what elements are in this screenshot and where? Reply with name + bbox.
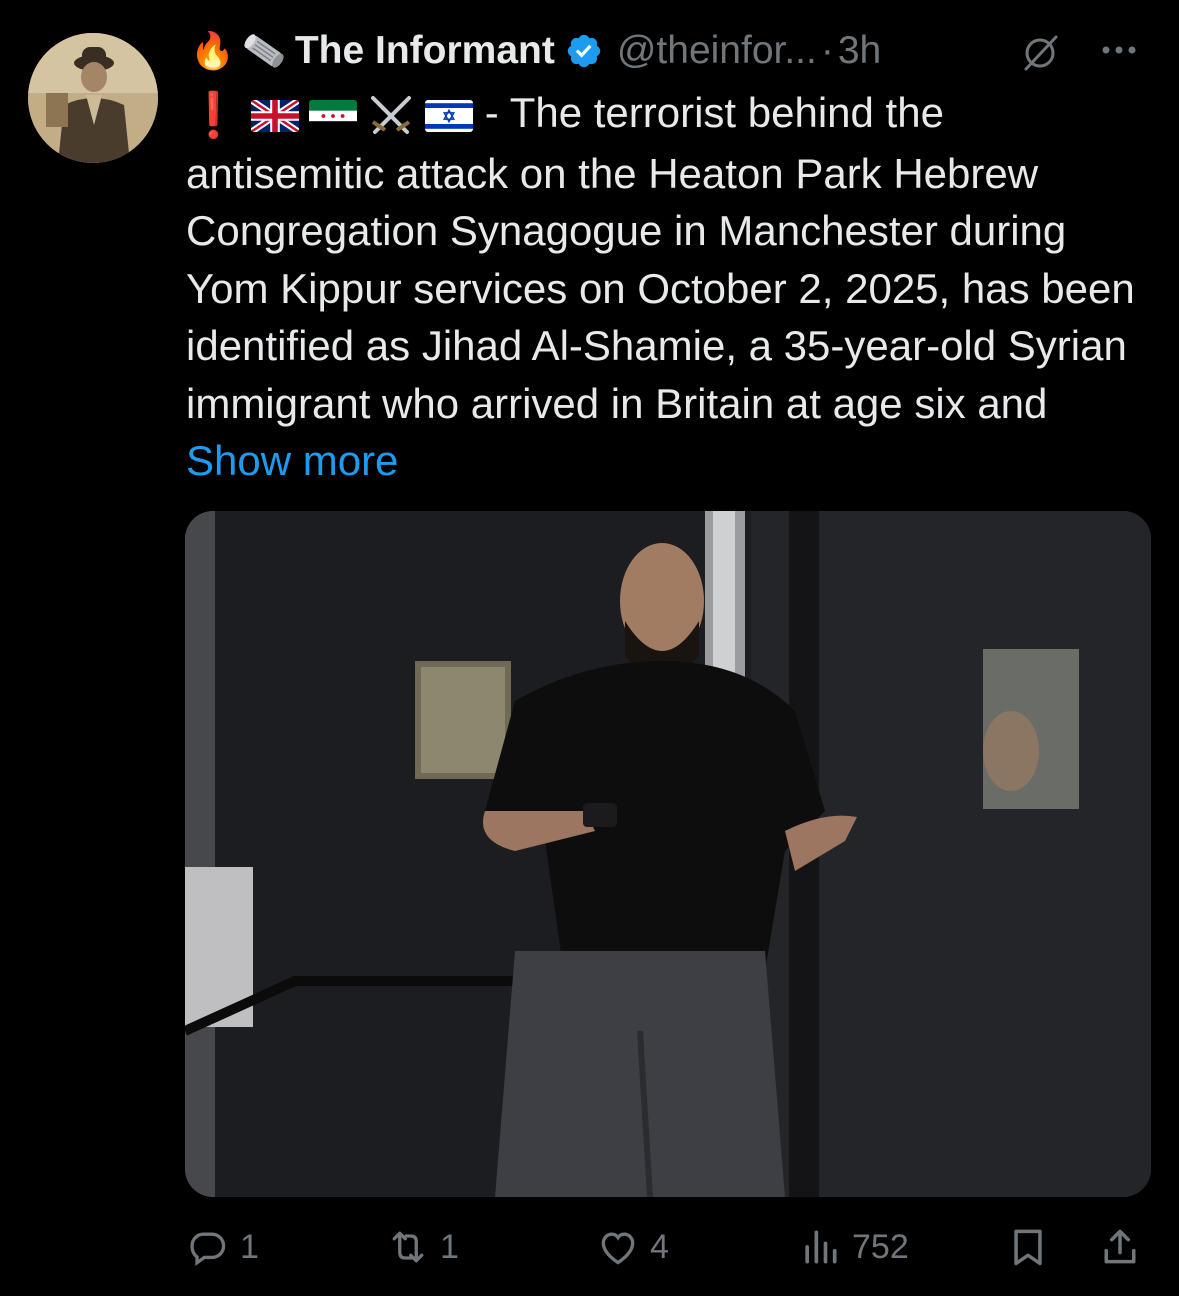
tweet-time[interactable]: 3h — [838, 29, 881, 73]
syria-flag-icon — [308, 99, 357, 132]
reply-count: 1 — [240, 1227, 259, 1266]
uk-flag-icon — [250, 99, 299, 132]
like-button[interactable]: 4 — [596, 1225, 669, 1269]
bookmark-button[interactable] — [1006, 1225, 1060, 1269]
views-button[interactable]: 752 — [798, 1225, 909, 1269]
scroll-icon — [244, 34, 284, 68]
views-icon — [805, 1230, 837, 1264]
emoji-prefix-row: ❗ — [186, 87, 473, 145]
reply-button[interactable]: 1 — [186, 1225, 259, 1269]
bookmark-icon — [1014, 1229, 1042, 1266]
exclamation-emoji: ❗ — [186, 91, 241, 141]
display-name[interactable]: The Informant — [295, 29, 555, 73]
retweet-count: 1 — [440, 1227, 459, 1266]
tweet-header: 🔥 The Informant @theinfor... · 3h — [190, 26, 1160, 76]
verified-badge-icon — [567, 34, 601, 68]
like-icon — [601, 1232, 635, 1265]
retweet-icon — [392, 1231, 424, 1263]
more-icon[interactable] — [1094, 28, 1144, 72]
tweet-actions: 1 1 4 752 — [186, 1225, 1146, 1275]
crossed-swords-icon — [370, 95, 411, 134]
author-avatar[interactable] — [28, 33, 158, 163]
share-icon — [1104, 1229, 1136, 1264]
views-count: 752 — [852, 1227, 909, 1266]
reply-icon — [190, 1232, 226, 1267]
retweet-button[interactable]: 1 — [386, 1225, 459, 1269]
author-handle[interactable]: @theinfor... — [617, 29, 817, 73]
separator-dot: · — [820, 29, 834, 72]
share-button[interactable] — [1098, 1225, 1152, 1269]
like-count: 4 — [650, 1227, 669, 1266]
show-more-link[interactable]: Show more — [186, 437, 398, 484]
tweet-text: ❗ - The terrorist behind the antisemitic… — [186, 84, 1146, 490]
tweet-photo[interactable] — [185, 511, 1151, 1197]
fire-emoji: 🔥 — [190, 31, 235, 72]
grok-icon[interactable] — [1018, 31, 1062, 75]
israel-flag-icon — [424, 99, 473, 132]
